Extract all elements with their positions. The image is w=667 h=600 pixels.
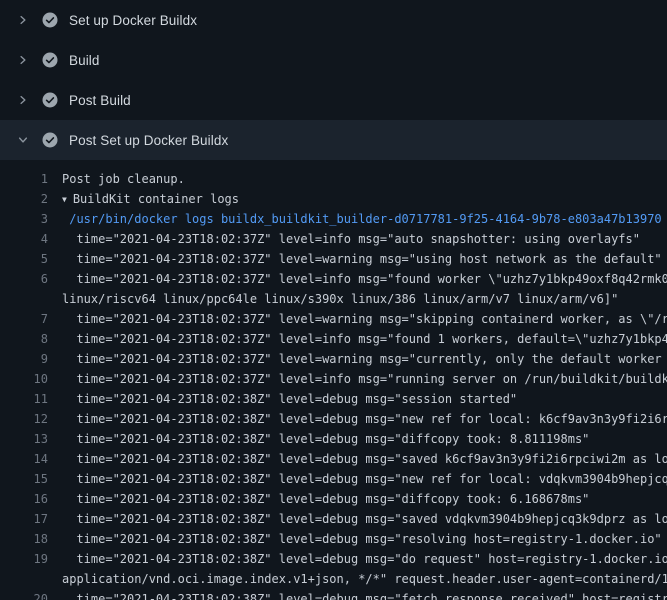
step-label: Build: [69, 53, 100, 68]
log-row: 14 time="2021-04-23T18:02:38Z" level=deb…: [0, 449, 667, 469]
log-text: application/vnd.oci.image.index.v1+json,…: [62, 569, 667, 589]
log-text: linux/riscv64 linux/ppc64le linux/s390x …: [62, 289, 667, 309]
log-row: 5 time="2021-04-23T18:02:37Z" level=warn…: [0, 249, 667, 269]
check-circle-icon: [42, 52, 58, 68]
log-row: 7 time="2021-04-23T18:02:37Z" level=warn…: [0, 309, 667, 329]
line-number[interactable]: 15: [0, 469, 48, 489]
log-row: 11 time="2021-04-23T18:02:38Z" level=deb…: [0, 389, 667, 409]
step-header-set-up-docker-buildx[interactable]: Set up Docker Buildx: [0, 0, 667, 40]
log-text: time="2021-04-23T18:02:38Z" level=debug …: [62, 469, 667, 489]
log-text: Post job cleanup.: [62, 169, 667, 189]
step-header-post-set-up-docker-buildx[interactable]: Post Set up Docker Buildx: [0, 120, 667, 160]
log-row: 12 time="2021-04-23T18:02:38Z" level=deb…: [0, 409, 667, 429]
chevron-right-icon: [16, 53, 30, 67]
line-number[interactable]: 10: [0, 369, 48, 389]
line-number[interactable]: 11: [0, 389, 48, 409]
log-row: 3 /usr/bin/docker logs buildx_buildkit_b…: [0, 209, 667, 229]
log-text: time="2021-04-23T18:02:37Z" level=info m…: [62, 269, 667, 289]
group-expanded-triangle-icon: ▼: [62, 190, 67, 209]
log-row: 9 time="2021-04-23T18:02:37Z" level=warn…: [0, 349, 667, 369]
log-row: 20 time="2021-04-23T18:02:38Z" level=deb…: [0, 589, 667, 600]
line-number[interactable]: 18: [0, 529, 48, 549]
line-number[interactable]: 5: [0, 249, 48, 269]
log-text: time="2021-04-23T18:02:38Z" level=debug …: [62, 449, 667, 469]
step-header-build[interactable]: Build: [0, 40, 667, 80]
log-row: linux/riscv64 linux/ppc64le linux/s390x …: [0, 289, 667, 309]
chevron-down-icon: [16, 133, 30, 147]
step-label: Set up Docker Buildx: [69, 13, 197, 28]
chevron-right-icon: [16, 13, 30, 27]
log-row: 2 ▼BuildKit container logs: [0, 189, 667, 209]
line-number[interactable]: 20: [0, 589, 48, 600]
log-text: time="2021-04-23T18:02:38Z" level=debug …: [62, 409, 667, 429]
line-number[interactable]: 17: [0, 509, 48, 529]
line-number[interactable]: 4: [0, 229, 48, 249]
chevron-right-icon: [16, 93, 30, 107]
log-text: time="2021-04-23T18:02:38Z" level=debug …: [62, 509, 667, 529]
actions-log-viewer: Set up Docker Buildx Build Post Build Po…: [0, 0, 667, 600]
line-number[interactable]: 8: [0, 329, 48, 349]
log-row: 16 time="2021-04-23T18:02:38Z" level=deb…: [0, 489, 667, 509]
log-row: 13 time="2021-04-23T18:02:38Z" level=deb…: [0, 429, 667, 449]
log-text: time="2021-04-23T18:02:37Z" level=warnin…: [62, 349, 667, 369]
step-header-post-build[interactable]: Post Build: [0, 80, 667, 120]
log-row: 17 time="2021-04-23T18:02:38Z" level=deb…: [0, 509, 667, 529]
log-row: 4 time="2021-04-23T18:02:37Z" level=info…: [0, 229, 667, 249]
log-text: time="2021-04-23T18:02:37Z" level=info m…: [62, 369, 667, 389]
line-number[interactable]: 13: [0, 429, 48, 449]
line-number[interactable]: 9: [0, 349, 48, 369]
step-label: Post Build: [69, 93, 131, 108]
log-text: time="2021-04-23T18:02:38Z" level=debug …: [62, 389, 667, 409]
line-number[interactable]: 14: [0, 449, 48, 469]
log-text: time="2021-04-23T18:02:38Z" level=debug …: [62, 489, 667, 509]
log-text: time="2021-04-23T18:02:37Z" level=warnin…: [62, 249, 667, 269]
check-circle-icon: [42, 92, 58, 108]
line-number[interactable]: 3: [0, 209, 48, 229]
step-label: Post Set up Docker Buildx: [69, 133, 228, 148]
log-text: time="2021-04-23T18:02:38Z" level=debug …: [62, 589, 667, 600]
line-number[interactable]: 12: [0, 409, 48, 429]
log-row: 18 time="2021-04-23T18:02:38Z" level=deb…: [0, 529, 667, 549]
log-text: time="2021-04-23T18:02:37Z" level=info m…: [62, 329, 667, 349]
log-text: time="2021-04-23T18:02:37Z" level=warnin…: [62, 309, 667, 329]
log-command-text: /usr/bin/docker logs buildx_buildkit_bui…: [62, 209, 667, 229]
log-text: time="2021-04-23T18:02:38Z" level=debug …: [62, 529, 667, 549]
line-number: [0, 289, 48, 309]
line-number: [0, 569, 48, 589]
log-row: 8 time="2021-04-23T18:02:37Z" level=info…: [0, 329, 667, 349]
line-number[interactable]: 2: [0, 189, 48, 209]
log-row: 1 Post job cleanup.: [0, 169, 667, 189]
line-number[interactable]: 1: [0, 169, 48, 189]
log-row: application/vnd.oci.image.index.v1+json,…: [0, 569, 667, 589]
line-number[interactable]: 6: [0, 269, 48, 289]
log-row: 19 time="2021-04-23T18:02:38Z" level=deb…: [0, 549, 667, 569]
log-group-toggle[interactable]: ▼BuildKit container logs: [62, 189, 667, 209]
log-row: 6 time="2021-04-23T18:02:37Z" level=info…: [0, 269, 667, 289]
log-area: 1 Post job cleanup. 2 ▼BuildKit container l…: [0, 160, 667, 600]
log-row: 15 time="2021-04-23T18:02:38Z" level=deb…: [0, 469, 667, 489]
line-number[interactable]: 19: [0, 549, 48, 569]
log-text: time="2021-04-23T18:02:38Z" level=debug …: [62, 429, 667, 449]
log-row: 10 time="2021-04-23T18:02:37Z" level=inf…: [0, 369, 667, 389]
line-number[interactable]: 16: [0, 489, 48, 509]
check-circle-icon: [42, 12, 58, 28]
log-text: time="2021-04-23T18:02:37Z" level=info m…: [62, 229, 667, 249]
check-circle-icon: [42, 132, 58, 148]
line-number[interactable]: 7: [0, 309, 48, 329]
log-text: time="2021-04-23T18:02:38Z" level=debug …: [62, 549, 667, 569]
